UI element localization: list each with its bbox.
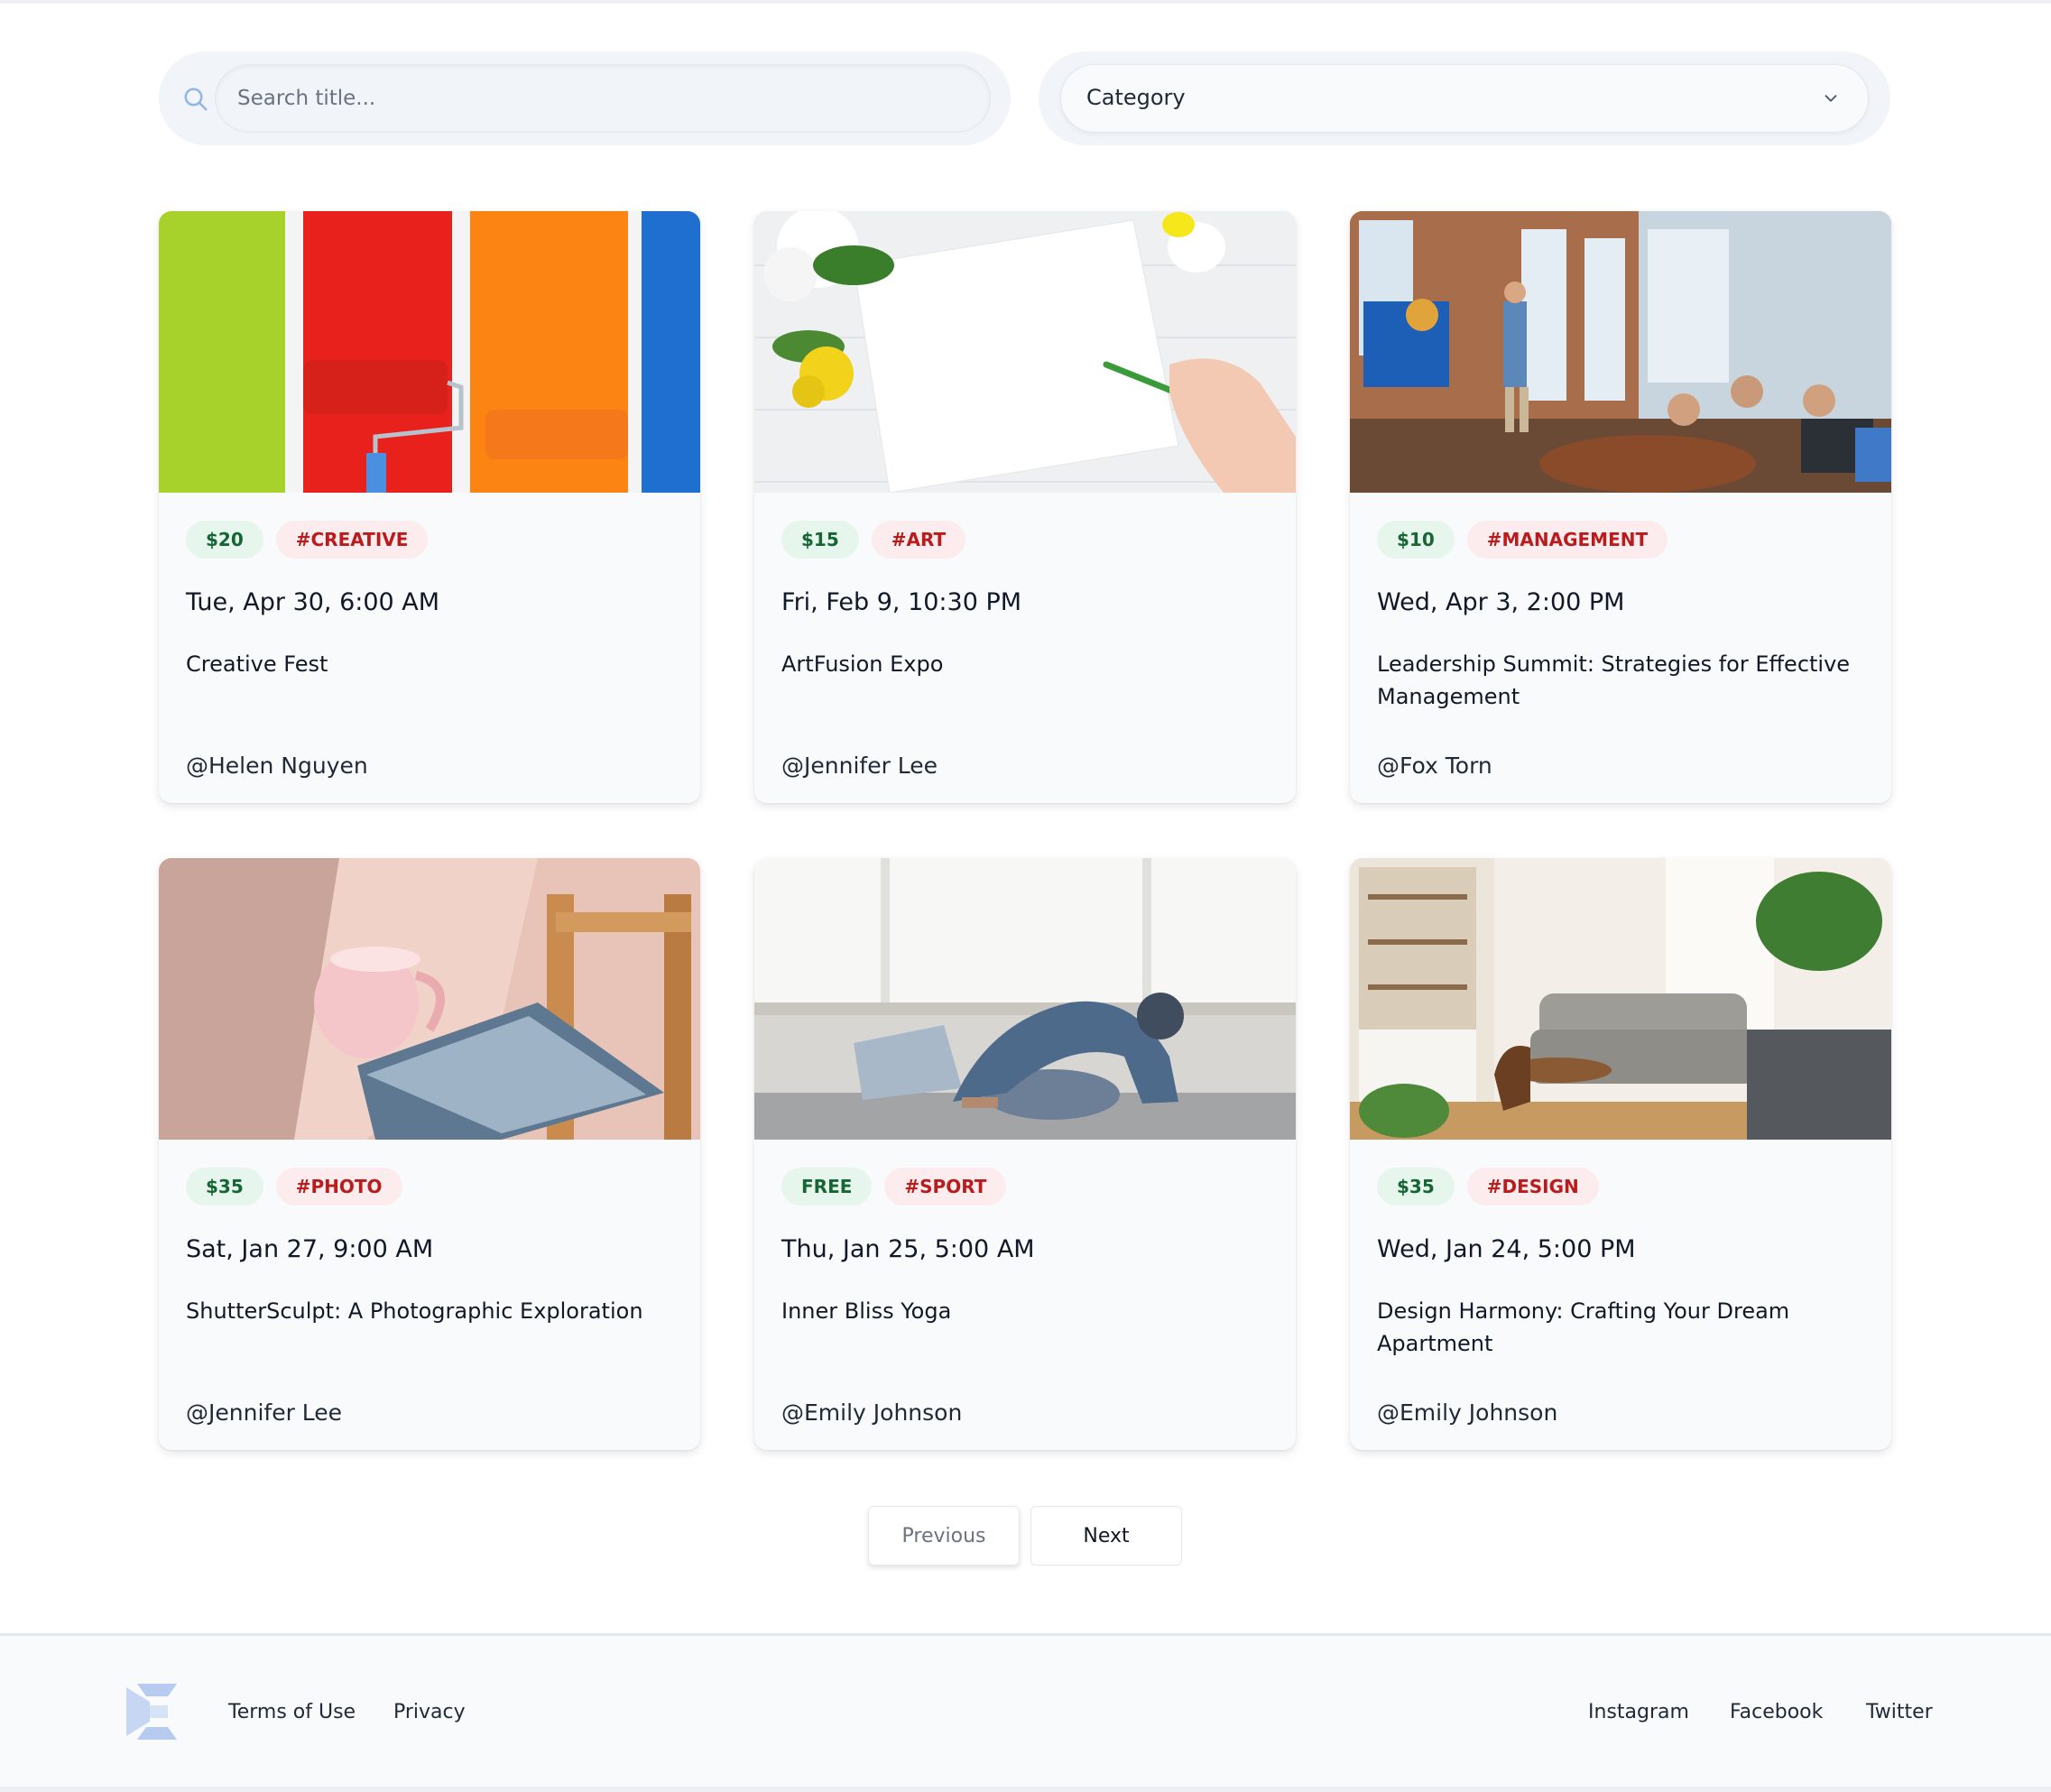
event-author[interactable]: @Fox Torn bbox=[1377, 753, 1492, 779]
terms-of-use-link[interactable]: Terms of Use bbox=[228, 1701, 356, 1723]
event-author[interactable]: @Emily Johnson bbox=[781, 1399, 962, 1426]
living-room-image bbox=[1350, 858, 1891, 1140]
top-divider bbox=[0, 0, 2051, 4]
event-title[interactable]: Design Harmony: Crafting Your Dream Apar… bbox=[1377, 1295, 1864, 1360]
event-date: Fri, Feb 9, 10:30 PM bbox=[781, 588, 1022, 616]
event-card[interactable]: $10 #MANAGEMENT Wed, Apr 3, 2:00 PM Lead… bbox=[1350, 211, 1891, 803]
event-date: Thu, Jan 25, 5:00 AM bbox=[781, 1235, 1035, 1263]
cup-magazine-image bbox=[159, 858, 700, 1140]
category-filter: Category bbox=[1039, 51, 1890, 145]
price-badge: $35 bbox=[186, 1168, 263, 1205]
event-date: Wed, Apr 3, 2:00 PM bbox=[1377, 588, 1625, 616]
price-badge: FREE bbox=[781, 1168, 873, 1205]
paint-rollers-image bbox=[159, 211, 700, 493]
previous-page-button[interactable]: Previous bbox=[868, 1506, 1020, 1566]
event-card[interactable]: $20 #CREATIVE Tue, Apr 30, 6:00 AM Creat… bbox=[159, 211, 700, 803]
event-card[interactable]: $35 #PHOTO Sat, Jan 27, 9:00 AM ShutterS… bbox=[159, 858, 700, 1450]
category-select[interactable]: Category bbox=[1060, 64, 1869, 133]
category-tag[interactable]: #PHOTO bbox=[275, 1168, 402, 1205]
logo-icon[interactable] bbox=[126, 1684, 177, 1740]
facebook-link[interactable]: Facebook bbox=[1730, 1701, 1823, 1723]
event-card[interactable]: $35 #DESIGN Wed, Jan 24, 5:00 PM Design … bbox=[1350, 858, 1891, 1450]
price-badge: $15 bbox=[781, 521, 859, 559]
chevron-down-icon bbox=[1825, 95, 1837, 102]
event-title[interactable]: ArtFusion Expo bbox=[781, 648, 1269, 680]
category-tag[interactable]: #CREATIVE bbox=[275, 521, 429, 559]
search-input[interactable] bbox=[215, 64, 991, 133]
footer: Terms of Use Privacy Instagram Facebook … bbox=[0, 1633, 2051, 1792]
price-badge: $10 bbox=[1377, 521, 1455, 559]
event-author[interactable]: @Jennifer Lee bbox=[186, 1399, 342, 1426]
next-page-button[interactable]: Next bbox=[1030, 1506, 1182, 1566]
event-author[interactable]: @Emily Johnson bbox=[1377, 1399, 1557, 1426]
category-tag[interactable]: #ART bbox=[871, 521, 966, 559]
category-select-label: Category bbox=[1086, 85, 1186, 110]
privacy-link[interactable]: Privacy bbox=[393, 1701, 466, 1723]
event-author[interactable]: @Jennifer Lee bbox=[781, 753, 938, 779]
category-tag[interactable]: #DESIGN bbox=[1466, 1168, 1599, 1205]
event-date: Wed, Jan 24, 5:00 PM bbox=[1377, 1235, 1636, 1263]
event-title[interactable]: Inner Bliss Yoga bbox=[781, 1295, 1269, 1327]
twitter-link[interactable]: Twitter bbox=[1866, 1701, 1933, 1723]
category-tag[interactable]: #MANAGEMENT bbox=[1466, 521, 1668, 559]
event-author[interactable]: @Helen Nguyen bbox=[186, 753, 368, 779]
event-card[interactable]: $15 #ART Fri, Feb 9, 10:30 PM ArtFusion … bbox=[754, 211, 1296, 803]
category-tag[interactable]: #SPORT bbox=[884, 1168, 1007, 1205]
price-badge: $20 bbox=[186, 521, 263, 559]
search-icon bbox=[184, 88, 208, 111]
event-date: Sat, Jan 27, 9:00 AM bbox=[186, 1235, 434, 1263]
office-meeting-image bbox=[1350, 211, 1891, 493]
drawing-paper-image bbox=[754, 211, 1296, 493]
event-date: Tue, Apr 30, 6:00 AM bbox=[186, 588, 440, 616]
event-title[interactable]: ShutterSculpt: A Photographic Exploratio… bbox=[186, 1295, 673, 1327]
bottom-divider bbox=[0, 1787, 2051, 1792]
event-title[interactable]: Creative Fest bbox=[186, 648, 673, 680]
instagram-link[interactable]: Instagram bbox=[1588, 1701, 1689, 1723]
yoga-pose-image bbox=[754, 858, 1296, 1140]
event-title[interactable]: Leadership Summit: Strategies for Effect… bbox=[1377, 648, 1864, 713]
event-card[interactable]: FREE #SPORT Thu, Jan 25, 5:00 AM Inner B… bbox=[754, 858, 1296, 1450]
price-badge: $35 bbox=[1377, 1168, 1455, 1205]
search-bar bbox=[159, 51, 1011, 145]
